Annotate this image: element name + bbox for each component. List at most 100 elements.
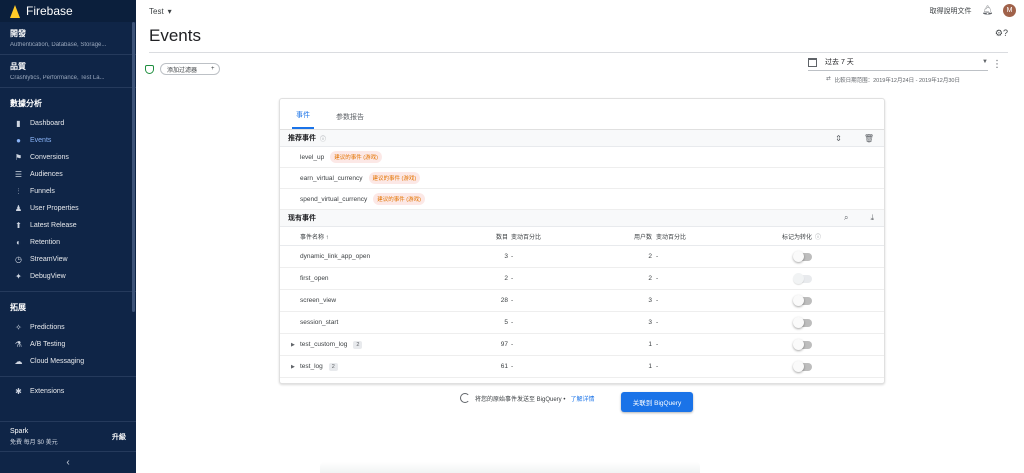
column-change-users[interactable]: 变动百分比 — [656, 232, 686, 241]
sidebar-item-funnels[interactable]: ⫶ Funnels — [0, 183, 136, 200]
search-icon[interactable]: ⌕ — [844, 213, 848, 223]
users-cell: 3 — [648, 319, 652, 326]
table-row[interactable]: dynamic_link_app_open 3-2- — [280, 246, 884, 268]
conversion-toggle[interactable] — [793, 338, 812, 350]
conversion-toggle[interactable] — [793, 250, 812, 262]
sidebar-item-label: User Properties — [30, 205, 79, 212]
change-users-cell: - — [656, 275, 659, 282]
sidebar-item-predictions[interactable]: ✧ Predictions — [0, 319, 136, 336]
event-name-cell: session_start — [300, 319, 338, 326]
change-users-cell: - — [656, 363, 659, 370]
sidebar-scrollbar[interactable] — [132, 22, 135, 312]
sidebar-item-extensions[interactable]: ✱ Extensions — [0, 383, 136, 400]
sidebar-item-label: StreamView — [30, 256, 68, 263]
change-count-cell: - — [511, 253, 514, 260]
sidebar-item-dashboard[interactable]: ▮ Dashboard — [0, 115, 136, 132]
avatar[interactable]: M — [1003, 4, 1016, 17]
status-badge: 建议的事件 (游戏) — [368, 172, 421, 184]
settings-help-icon[interactable]: ⚙? — [995, 28, 1008, 39]
project-selector[interactable]: Test ▾ — [149, 7, 172, 16]
suggested-event-name: level_up — [300, 153, 325, 161]
debug-icon: ✦ — [15, 272, 22, 281]
sidebar-group-develop[interactable]: 開發 Authentication, Database, Storage... — [0, 22, 136, 55]
column-count[interactable]: 数目 — [496, 232, 508, 241]
flask-icon: ⚗ — [14, 340, 23, 349]
brand-name: Firebase — [26, 4, 73, 18]
sidebar-item-debugview[interactable]: ✦ DebugView — [0, 268, 136, 285]
count-cell: 5 — [504, 319, 508, 326]
grow-section-title: 拓展 — [10, 303, 26, 312]
sidebar-item-events[interactable]: ● Events — [0, 132, 136, 149]
magic-wand-icon: ✧ — [15, 323, 22, 332]
expand-row-icon[interactable]: ▶ — [291, 342, 295, 348]
sidebar: Firebase 開發 Authentication, Database, St… — [0, 0, 136, 473]
conversion-toggle[interactable] — [793, 360, 812, 372]
table-row[interactable]: first_open 2-2- — [280, 268, 884, 290]
event-name-cell: screen_view — [300, 297, 336, 304]
collapse-sidebar-button[interactable]: ‹ — [0, 451, 136, 473]
audiences-icon: ☰ — [14, 170, 23, 179]
sidebar-item-conversions[interactable]: ⚑ Conversions — [0, 149, 136, 166]
upgrade-button[interactable]: 升級 — [112, 432, 126, 442]
bell-icon[interactable]: 🔔︎ — [982, 5, 993, 16]
change-users-cell: - — [656, 297, 659, 304]
add-filter-label: 添加过滤器 — [167, 67, 198, 74]
bar-chart-icon: ▮ — [16, 119, 21, 128]
sidebar-item-streamview[interactable]: ◷ StreamView — [0, 251, 136, 268]
list-item[interactable]: earn_virtual_currency 建议的事件 (游戏) — [280, 168, 884, 189]
sidebar-item-label: Conversions — [30, 154, 69, 161]
tab-events[interactable]: 事件 — [292, 110, 314, 129]
count-cell: 2 — [504, 275, 508, 282]
column-change-count[interactable]: 变动百分比 — [511, 232, 541, 241]
help-icon[interactable]: ⓘ — [320, 134, 326, 143]
change-count-cell: - — [511, 341, 514, 348]
column-users[interactable]: 用户数 — [634, 232, 652, 241]
sidebar-item-latest-release[interactable]: ⬆ Latest Release — [0, 217, 136, 234]
event-name: test_custom_log — [300, 341, 348, 348]
docs-link[interactable]: 取得說明文件 — [930, 6, 972, 16]
download-icon[interactable]: ⤓ — [870, 213, 874, 223]
users-cell: 1 — [648, 341, 652, 348]
sidebar-item-user-properties[interactable]: ♟ User Properties — [0, 200, 136, 217]
suggested-events-title: 推荐事件 — [288, 135, 316, 142]
expand-collapse-icon[interactable]: ⇕ — [835, 134, 842, 143]
analytics-section-title: 數據分析 — [10, 99, 42, 108]
more-options-icon[interactable]: ⋮ — [992, 59, 1002, 70]
existing-events-table: dynamic_link_app_open 3-2- first_open 2-2- s… — [280, 246, 884, 378]
tab-bar: 事件 参数报告 — [280, 99, 884, 130]
plus-icon: + — [211, 66, 215, 72]
sidebar-item-label: Audiences — [30, 171, 63, 178]
expand-row-icon[interactable]: ▶ — [291, 364, 295, 370]
change-count-cell: - — [511, 363, 514, 370]
table-row[interactable]: screen_view 28-3- — [280, 290, 884, 312]
link-bigquery-button[interactable]: 关联到 BigQuery — [621, 392, 693, 412]
delete-icon[interactable]: 🗑︎ — [864, 134, 874, 143]
add-filter-button[interactable]: 添加过滤器 + — [160, 63, 220, 75]
help-icon[interactable]: ⓘ — [815, 232, 821, 241]
list-item[interactable]: level_up 建议的事件 (游戏) — [280, 147, 884, 168]
tab-parameter-reporting[interactable]: 参数报告 — [332, 112, 368, 129]
sidebar-item-retention[interactable]: ◐ Retention — [0, 234, 136, 251]
conversion-toggle[interactable] — [793, 294, 812, 306]
change-count-cell: - — [511, 297, 514, 304]
table-row[interactable]: session_start 5-3- — [280, 312, 884, 334]
date-range-select[interactable]: 过去 7 天 ▼ — [808, 57, 988, 71]
column-event-name[interactable]: 事件名称 ↑ — [300, 232, 329, 241]
sidebar-group-quality[interactable]: 品質 Crashlytics, Performance, Test La... — [0, 55, 136, 88]
list-item[interactable]: spend_virtual_currency 建议的事件 (游戏) — [280, 189, 884, 210]
sidebar-item-cloud-messaging[interactable]: ☁ Cloud Messaging — [0, 353, 136, 370]
sidebar-item-audiences[interactable]: ☰ Audiences — [0, 166, 136, 183]
date-range-picker[interactable]: 过去 7 天 ▼ ⇄ 比較日期范围：2019年12月24日 - 2019年12月… — [808, 57, 988, 84]
compare-icon: ⇄ — [826, 76, 831, 82]
learn-more-link[interactable]: 了解详情 — [570, 394, 594, 403]
conversion-toggle[interactable] — [793, 316, 812, 328]
sidebar-item-label: Retention — [30, 239, 60, 246]
table-row[interactable]: ▶ test_log 2 61-1- — [280, 356, 884, 378]
table-row[interactable]: ▶ test_custom_log 2 97-1- — [280, 334, 884, 356]
event-name: dynamic_link_app_open — [300, 253, 371, 260]
event-name: screen_view — [300, 297, 337, 304]
settings-help-icons[interactable]: ⚙? — [995, 28, 1008, 39]
brand[interactable]: Firebase — [0, 0, 136, 22]
compare-text: 比較日期范围：2019年12月24日 - 2019年12月30日 — [834, 78, 960, 84]
sidebar-item-a-b-testing[interactable]: ⚗ A/B Testing — [0, 336, 136, 353]
